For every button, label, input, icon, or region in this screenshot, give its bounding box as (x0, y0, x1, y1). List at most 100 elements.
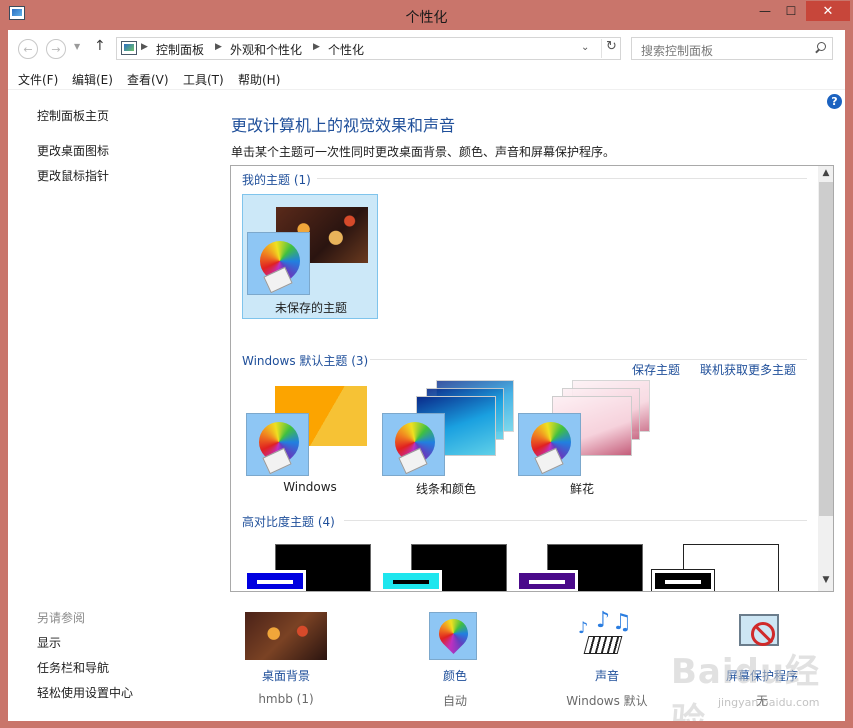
music-note-icon: ♫ (612, 610, 632, 635)
theme-lines-and-colors[interactable]: 线条和颜色 (378, 376, 514, 501)
color-value: 自动 (442, 694, 467, 708)
chevron-up-icon: ▲ (822, 168, 830, 178)
link-change-mouse-pointers[interactable]: 更改鼠标指针 (37, 167, 109, 184)
color-palette-icon (246, 413, 309, 476)
group-windows-default-header: Windows 默认主题 (3) (242, 354, 369, 368)
breadcrumb-control-panel[interactable]: 控制面板 (156, 41, 204, 58)
link-control-panel-home[interactable]: 控制面板主页 (37, 107, 109, 124)
title-bar-swatch (665, 580, 701, 584)
up-button[interactable]: ↑ (94, 38, 106, 54)
menu-tools[interactable]: 工具(T) (183, 71, 224, 88)
theme-windows[interactable]: Windows (242, 376, 378, 501)
address-toolbar: ← → ▼ ↑ ▶ 控制面板 ▶ 外观和个性化 ▶ 个性化 ⌄ ↻ 搜索控制面板 (8, 30, 845, 66)
theme-list[interactable]: 我的主题 (1) 未保存的主题 保存主题 联机获取更多主题 Windows 默认… (230, 165, 834, 592)
theme-list-scrollbar[interactable]: ▲ ▼ (818, 166, 833, 591)
theme-color-swatch (516, 570, 578, 591)
address-history-dropdown[interactable]: ⌄ (581, 42, 589, 53)
get-more-themes-link[interactable]: 联机获取更多主题 (700, 361, 796, 378)
sound-value: Windows 默认 (566, 694, 648, 708)
desktop-background-value: hmbb (1) (258, 692, 314, 706)
menu-file[interactable]: 文件(F) (18, 71, 58, 88)
theme-color-swatch (244, 570, 306, 591)
breadcrumb-personalization[interactable]: 个性化 (328, 41, 364, 58)
group-high-contrast-header: 高对比度主题 (4) (242, 515, 335, 529)
desktop-background-thumbnail (245, 612, 327, 660)
refresh-button[interactable]: ↻ (601, 39, 621, 58)
group-divider (370, 359, 807, 360)
chevron-down-icon: ▼ (822, 575, 830, 585)
close-icon: ✕ (822, 3, 834, 19)
arrow-right-icon: → (51, 42, 61, 56)
baidu-watermark: Baidu经验 (671, 652, 821, 721)
theme-unsaved[interactable]: 未保存的主题 (242, 194, 378, 319)
menu-bar: 文件(F) 编辑(E) 查看(V) 工具(T) 帮助(H) (8, 66, 845, 90)
maximize-button[interactable]: ☐ (778, 1, 804, 21)
theme-high-contrast-1[interactable] (242, 538, 378, 591)
breadcrumb-separator[interactable]: ▶ (313, 42, 320, 52)
keyboard-icon (583, 636, 623, 654)
search-icon[interactable] (813, 41, 827, 55)
link-display[interactable]: 显示 (37, 634, 61, 651)
see-also-heading: 另请参阅 (37, 611, 86, 625)
minimize-icon: — (759, 4, 771, 18)
recent-locations-dropdown[interactable]: ▼ (74, 42, 80, 51)
color-label[interactable]: 颜色 (395, 667, 515, 684)
color-palette-icon (429, 612, 477, 660)
theme-color-swatch (380, 570, 442, 591)
prohibited-icon (751, 622, 775, 646)
sound-label[interactable]: 声音 (547, 667, 667, 684)
color-palette-icon (247, 232, 310, 295)
theme-label: 未保存的主题 (274, 301, 347, 315)
color-palette-icon (382, 413, 445, 476)
theme-high-contrast-2[interactable] (378, 538, 514, 591)
desktop-background-label[interactable]: 桌面背景 (226, 667, 346, 684)
title-bar-swatch (393, 580, 429, 584)
theme-flowers[interactable]: 鲜花 (514, 376, 650, 501)
search-box[interactable]: 搜索控制面板 (631, 37, 833, 60)
forward-button[interactable]: → (46, 39, 66, 59)
group-divider (344, 520, 807, 521)
breadcrumb-appearance[interactable]: 外观和个性化 (230, 41, 302, 58)
title-bar[interactable]: 个性化 — ☐ ✕ (0, 0, 853, 30)
scroll-down-button[interactable]: ▼ (818, 575, 833, 589)
color-palette-icon (518, 413, 581, 476)
window-title: 个性化 (405, 10, 448, 26)
window-client-area: ← → ▼ ↑ ▶ 控制面板 ▶ 外观和个性化 ▶ 个性化 ⌄ ↻ 搜索控制面板… (8, 30, 845, 721)
arrow-up-icon: ↑ (94, 38, 106, 54)
search-input[interactable]: 搜索控制面板 (641, 42, 713, 59)
breadcrumb-separator[interactable]: ▶ (141, 42, 148, 52)
control-panel-icon (121, 41, 137, 55)
theme-label: 线条和颜色 (415, 482, 476, 496)
group-my-themes-header: 我的主题 (1) (242, 173, 311, 187)
menu-view[interactable]: 查看(V) (127, 71, 169, 88)
theme-high-contrast-3[interactable] (514, 538, 650, 591)
minimize-button[interactable]: — (752, 1, 778, 21)
left-navigation-pane: 控制面板主页 更改桌面图标 更改鼠标指针 另请参阅 显示 任务栏和导航 轻松使用… (8, 90, 218, 721)
title-bar-swatch (529, 580, 565, 584)
link-taskbar-navigation[interactable]: 任务栏和导航 (37, 659, 109, 676)
baidu-watermark-url: jingyan.baidu.com (718, 696, 820, 709)
back-button[interactable]: ← (18, 39, 38, 59)
link-ease-of-access[interactable]: 轻松使用设置中心 (37, 684, 133, 701)
scroll-up-button[interactable]: ▲ (818, 168, 833, 182)
address-field[interactable]: ▶ 控制面板 ▶ 外观和个性化 ▶ 个性化 ⌄ ↻ (116, 37, 621, 60)
theme-label: 鲜花 (569, 482, 594, 496)
theme-high-contrast-white[interactable] (650, 538, 786, 591)
menu-help[interactable]: 帮助(H) (238, 71, 280, 88)
menu-edit[interactable]: 编辑(E) (72, 71, 113, 88)
maximize-icon: ☐ (785, 4, 797, 18)
page-description: 单击某个主题可一次性同时更改桌面背景、颜色、声音和屏幕保护程序。 (231, 145, 616, 159)
scroll-thumb[interactable] (819, 182, 833, 516)
refresh-icon: ↻ (606, 39, 617, 54)
chevron-down-icon: ⌄ (581, 42, 590, 53)
title-bar-swatch (257, 580, 293, 584)
close-button[interactable]: ✕ (806, 1, 850, 21)
breadcrumb-separator[interactable]: ▶ (215, 42, 222, 52)
music-note-icon: ♪ (596, 608, 611, 633)
link-change-desktop-icons[interactable]: 更改桌面图标 (37, 142, 109, 159)
help-icon[interactable]: ? (827, 94, 842, 109)
arrow-left-icon: ← (23, 42, 33, 56)
page-title: 更改计算机上的视觉效果和声音 (231, 116, 456, 135)
music-note-icon: ♪ (578, 618, 589, 637)
theme-label: Windows (283, 480, 337, 494)
